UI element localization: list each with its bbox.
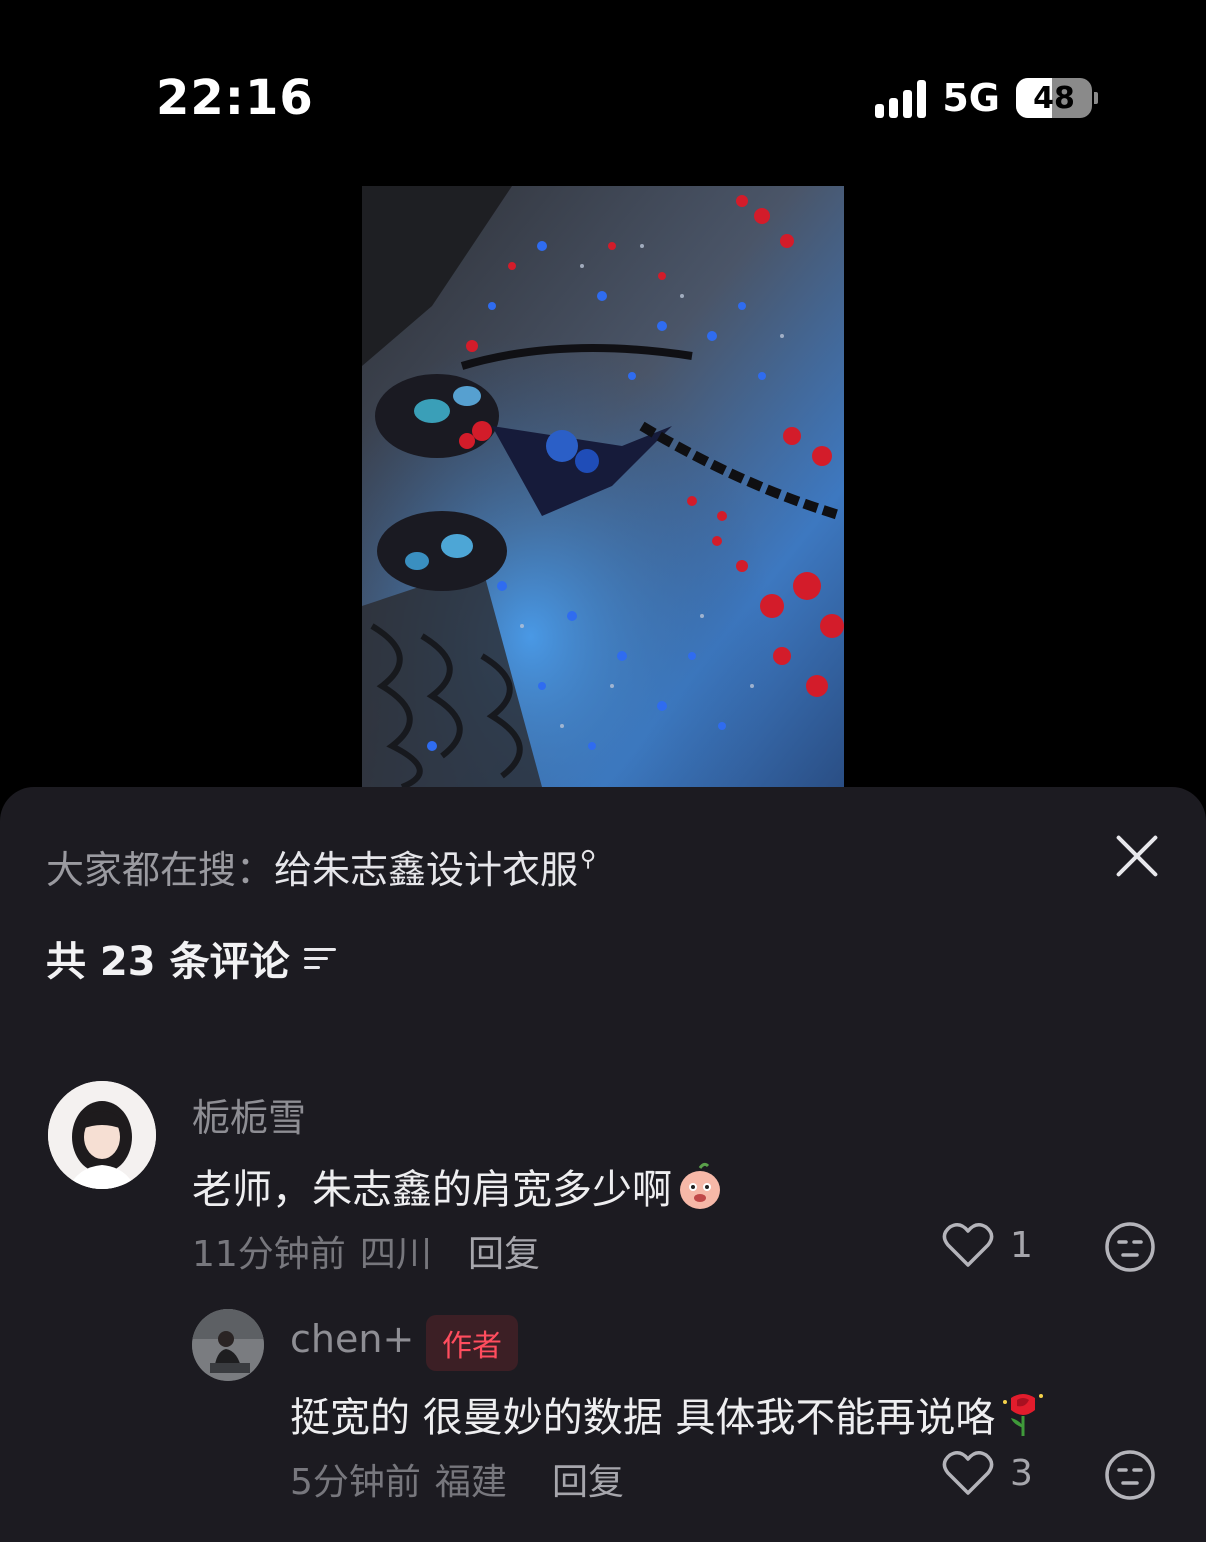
author-badge: 作者 xyxy=(426,1315,518,1371)
avatar[interactable] xyxy=(48,1081,156,1189)
heart-icon xyxy=(942,1451,994,1495)
like-button[interactable]: 1 xyxy=(942,1221,1033,1269)
like-button[interactable]: 3 xyxy=(942,1449,1033,1497)
battery-percentage: 48 xyxy=(1033,80,1075,116)
face-neutral-icon xyxy=(1105,1450,1155,1500)
battery-tip xyxy=(1094,92,1098,104)
status-indicators: 5G 48 xyxy=(875,76,1098,120)
trending-search[interactable]: 大家都在搜： 给朱志鑫设计衣服 ⚲ xyxy=(46,839,596,894)
reply-button[interactable]: 回复 xyxy=(552,1453,624,1505)
reply-button[interactable]: 回复 xyxy=(468,1225,540,1277)
trending-search-query[interactable]: 给朱志鑫设计衣服 xyxy=(274,839,578,894)
reply-meta: 5分钟前 福建 xyxy=(290,1453,507,1505)
reply-time: 5分钟前 xyxy=(290,1462,421,1503)
battery-icon: 48 xyxy=(1016,78,1092,118)
comment-location: 四川 xyxy=(359,1234,432,1275)
comment-meta: 11分钟前 四川 xyxy=(192,1225,432,1277)
rose-emoji-icon xyxy=(997,1388,1049,1440)
comment-text: 老师，朱志鑫的肩宽多少啊 xyxy=(192,1157,726,1215)
peach-shy-emoji-icon xyxy=(674,1160,726,1212)
reply-avatar[interactable] xyxy=(192,1309,264,1381)
face-neutral-icon xyxy=(1105,1222,1155,1272)
sort-icon[interactable] xyxy=(303,944,336,972)
status-time: 22:16 xyxy=(156,70,314,126)
user-avatar-image xyxy=(48,1081,156,1189)
reply-location: 福建 xyxy=(434,1462,507,1503)
reply-username[interactable]: chen+ xyxy=(290,1317,414,1361)
comment-username[interactable]: 栀栀雪 xyxy=(192,1087,306,1142)
comment-count-header: 共 23 条评论 xyxy=(46,929,336,987)
comment-sheet: 大家都在搜： 给朱志鑫设计衣服 ⚲ 共 23 条评论 栀栀雪 老师，朱志鑫的肩宽… xyxy=(0,787,1206,1542)
reply-body: 挺宽的 很曼妙的数据 具体我不能再说咯 xyxy=(290,1395,996,1441)
like-count: 3 xyxy=(1010,1452,1033,1494)
reply-text: 挺宽的 很曼妙的数据 具体我不能再说咯 xyxy=(290,1385,1049,1443)
signal-icon xyxy=(875,78,927,118)
post-image[interactable] xyxy=(362,186,844,787)
beaded-corset-photo xyxy=(362,186,844,787)
emoji-reaction-button[interactable] xyxy=(1104,1449,1156,1501)
trending-search-prefix: 大家都在搜： xyxy=(46,848,275,892)
like-count: 1 xyxy=(1010,1224,1033,1266)
comment-time: 11分钟前 xyxy=(192,1234,346,1275)
comment-body: 老师，朱志鑫的肩宽多少啊 xyxy=(192,1167,672,1213)
heart-icon xyxy=(942,1223,994,1267)
close-button[interactable] xyxy=(1112,831,1162,881)
author-avatar-image xyxy=(192,1309,264,1381)
search-icon: ⚲ xyxy=(580,847,597,872)
network-label: 5G xyxy=(942,76,1000,120)
emoji-reaction-button[interactable] xyxy=(1104,1221,1156,1273)
comment-count: 共 23 条评论 xyxy=(46,939,290,985)
